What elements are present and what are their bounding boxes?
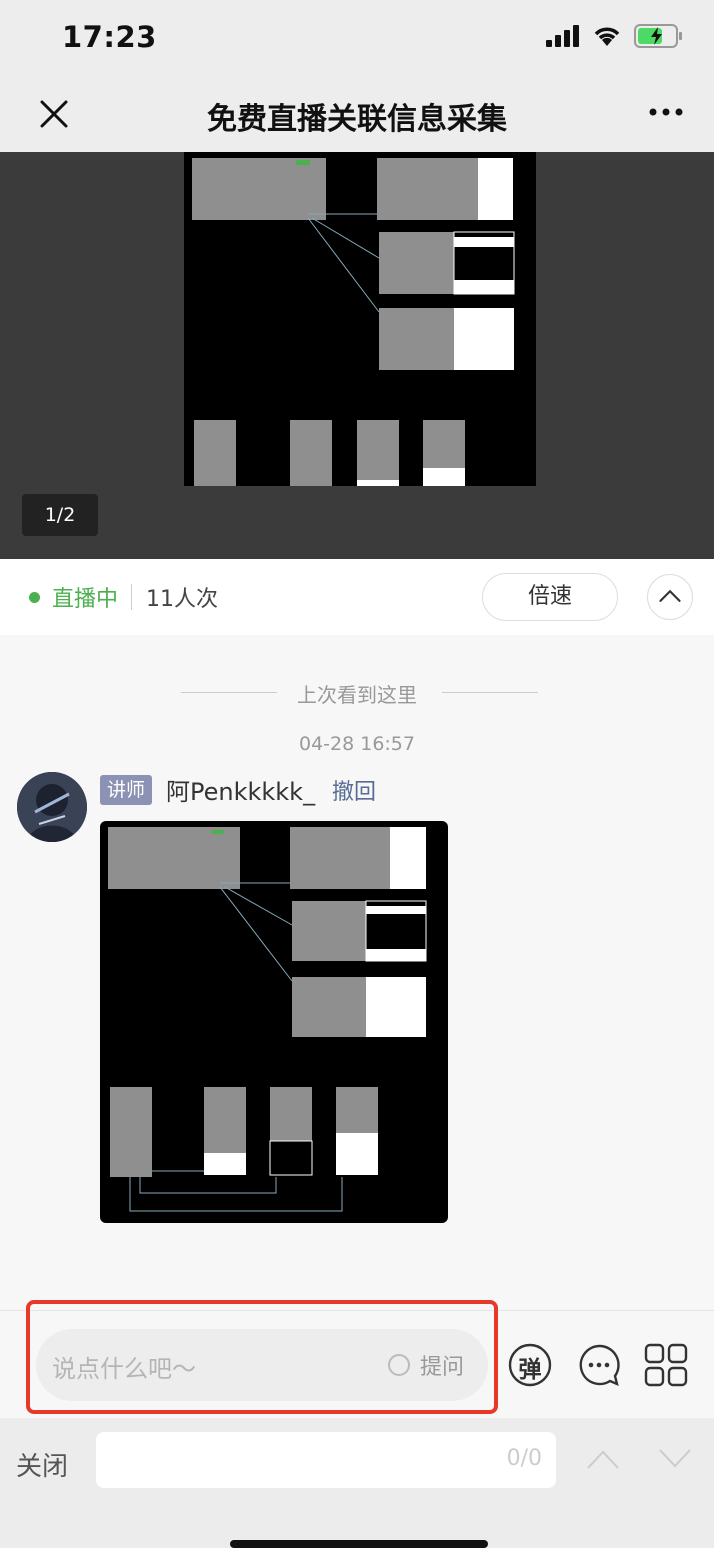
find-count: 0/0	[506, 1446, 542, 1471]
live-status: 直播中	[52, 587, 119, 612]
wifi-icon	[594, 27, 620, 46]
comment-input[interactable]: 说点什么吧～ 提问	[36, 1329, 488, 1401]
page-indicator: 1/2	[22, 494, 98, 536]
live-dot	[29, 592, 40, 603]
speed-button[interactable]: 倍速	[482, 573, 618, 621]
slide-image[interactable]	[184, 152, 536, 486]
sender-name: 阿Penkkkkk_	[166, 778, 316, 806]
ask-label: 提问	[419, 1355, 464, 1380]
divider	[181, 692, 277, 693]
home-indicator	[230, 1540, 488, 1548]
chevron-down-icon[interactable]	[658, 1448, 692, 1470]
recall-link[interactable]: 撤回	[332, 774, 376, 806]
message-timestamp: 04-28 16:57	[298, 733, 415, 755]
danmaku-button[interactable]: 弹	[508, 1343, 552, 1387]
chat-area[interactable]: 上次看到这里 04-28 16:57 讲师 阿Penkkkkk_ 撤回	[0, 635, 714, 1310]
danmaku-label: 弹	[518, 1357, 542, 1383]
slide-diagram	[192, 158, 515, 486]
last-seen-divider: 上次看到这里	[0, 679, 714, 708]
find-input[interactable]: 0/0	[96, 1432, 556, 1488]
status-time: 17:23	[62, 20, 157, 54]
viewer-count: 11人次	[146, 587, 218, 612]
role-badge: 讲师	[100, 775, 153, 805]
comment-icon[interactable]	[577, 1343, 621, 1387]
input-bar: 说点什么吧～ 提问 弹	[0, 1300, 714, 1418]
chevron-up-icon[interactable]	[647, 574, 693, 620]
status-bar: 17:23	[0, 0, 714, 76]
radio-icon[interactable]	[387, 1354, 410, 1376]
battery-icon	[634, 24, 682, 48]
ask-toggle[interactable]: 提问	[387, 1349, 464, 1381]
more-icon[interactable]	[648, 102, 684, 122]
last-seen-label: 上次看到这里	[297, 683, 417, 707]
live-status-bar: 直播中 11人次 倍速	[0, 559, 714, 635]
grid-icon[interactable]	[644, 1343, 688, 1387]
divider	[131, 584, 132, 610]
page-title: 免费直播关联信息采集	[207, 102, 507, 137]
chevron-up-icon[interactable]	[586, 1448, 620, 1470]
find-bar: 关闭 0/0	[0, 1418, 714, 1548]
slide-viewer[interactable]: 1/2	[0, 152, 714, 559]
nav-bar: 免费直播关联信息采集	[0, 76, 714, 152]
find-close-button[interactable]: 关闭	[16, 1446, 68, 1483]
comment-placeholder: 说点什么吧～	[52, 1355, 196, 1383]
avatar[interactable]	[17, 772, 87, 842]
signal-icon	[546, 25, 579, 47]
message-image[interactable]	[100, 821, 448, 1223]
message-diagram	[108, 827, 427, 1212]
divider	[442, 692, 538, 693]
status-icons	[546, 24, 684, 48]
